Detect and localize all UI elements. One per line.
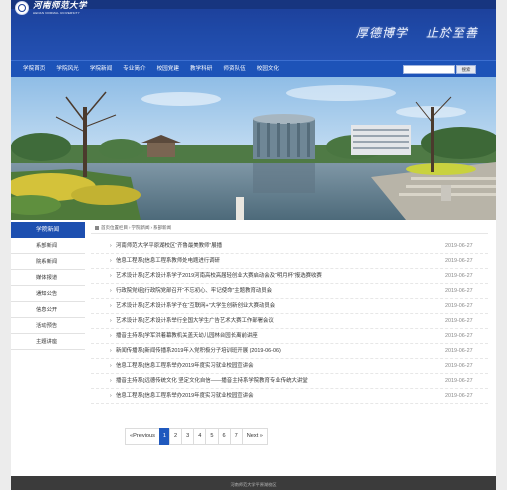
news-date: 2019-06-27 bbox=[445, 333, 473, 339]
motto-part-2: 止於至善 bbox=[425, 26, 478, 40]
list-item[interactable]: › 行政院党组]行政院党部召开“不忘初心、牢记使命”主题教育动员会 2019-06-… bbox=[91, 284, 488, 299]
pagination: «Previous 1 2 3 4 5 6 7 Next » bbox=[125, 428, 268, 445]
news-date: 2019-06-27 bbox=[445, 303, 473, 309]
news-title[interactable]: 艺术设计系]艺术设计系举行全国大学生广告艺术大赛工作部署会议 bbox=[109, 314, 445, 328]
news-list: › 河南师范大学平原湖校区“齐鲁最美教师”展播 2019-06-27 › 信息工程系]… bbox=[91, 239, 488, 404]
logo-text: 河南师范大学 HENAN NORMAL UNIVERSITY bbox=[33, 0, 88, 15]
chevron-right-icon: › bbox=[110, 258, 112, 264]
sidebar-item-event-preview[interactable]: 活动预告 bbox=[11, 318, 85, 334]
chevron-right-icon: › bbox=[110, 243, 112, 249]
university-emblem-icon bbox=[15, 1, 29, 15]
campus-banner-image bbox=[11, 77, 496, 220]
news-title[interactable]: 艺术设计系]艺术设计系学子在“互联网+”大学生创新创业大赛动员会 bbox=[109, 299, 445, 313]
main-nav: 学院首页 学院风光 学院新闻 专业简介 校园党建 教学科研 师资队伍 校园文化 … bbox=[11, 60, 496, 77]
sidebar-item-notices[interactable]: 通知公告 bbox=[11, 286, 85, 302]
nav-item-home[interactable]: 学院首页 bbox=[23, 61, 45, 78]
list-item[interactable]: › 新闻传播系]新闻传播系2019年入党积极分子培训班开展 (2019-06-06… bbox=[91, 344, 488, 359]
logo-chinese-name: 河南师范大学 bbox=[33, 0, 88, 11]
main-column: 首页位置栏目›学院新闻›系部新闻 › 河南师范大学平原湖校区“齐鲁最美教师”展播 2… bbox=[91, 222, 488, 404]
nav-item-research[interactable]: 教学科研 bbox=[190, 61, 212, 78]
motto-part-1: 厚德博学 bbox=[355, 26, 408, 40]
breadcrumb-item-location[interactable]: 首页位置栏目 bbox=[101, 225, 128, 230]
news-title[interactable]: 信息工程系]信息工程系举办2019年度实习就业校园宣讲会 bbox=[109, 389, 445, 403]
sidebar-item-dept-news[interactable]: 系部新闻 bbox=[11, 238, 85, 254]
news-title[interactable]: 新闻传播系]新闻传播系2019年入党积极分子培训班开展 (2019-06-06) bbox=[109, 344, 445, 358]
news-title[interactable]: 信息工程系]信息工程系举办2019年度实习就业校园宣讲会 bbox=[109, 359, 445, 373]
search-input[interactable] bbox=[403, 65, 455, 74]
list-item[interactable]: › 信息工程系]信息工程系举办2019年度实习就业校园宣讲会 2019-06-27 bbox=[91, 389, 488, 404]
chevron-right-icon: › bbox=[110, 303, 112, 309]
news-title[interactable]: 河南师范大学平原湖校区“齐鲁最美教师”展播 bbox=[109, 239, 445, 253]
news-title[interactable]: 播音主持系]远德传统文化 坚定文化自信——播音主持系学院教育专业传统大讲堂 bbox=[109, 374, 445, 388]
sidebar-heading[interactable]: 学院新闻 bbox=[11, 222, 85, 238]
list-item[interactable]: › 艺术设计系]艺术设计系举行全国大学生广告艺术大赛工作部署会议 2019-06-2… bbox=[91, 314, 488, 329]
nav-item-news[interactable]: 学院新闻 bbox=[90, 61, 112, 78]
news-date: 2019-06-27 bbox=[445, 378, 473, 384]
nav-item-scenery[interactable]: 学院风光 bbox=[56, 61, 78, 78]
breadcrumb-item-college-news[interactable]: 学院新闻 bbox=[132, 225, 150, 230]
news-date: 2019-06-27 bbox=[445, 243, 473, 249]
news-date: 2019-06-27 bbox=[445, 273, 473, 279]
list-item[interactable]: › 河南师范大学平原湖校区“齐鲁最美教师”展播 2019-06-27 bbox=[91, 239, 488, 254]
list-item[interactable]: › 播音主持系]远德传统文化 坚定文化自信——播音主持系学院教育专业传统大讲堂 20… bbox=[91, 374, 488, 389]
chevron-right-icon: › bbox=[110, 393, 112, 399]
news-title[interactable]: 行政院党组]行政院党部召开“不忘初心、牢记使命”主题教育动员会 bbox=[109, 284, 445, 298]
chevron-right-icon: › bbox=[110, 348, 112, 354]
sidebar-item-lectures[interactable]: 主题讲座 bbox=[11, 334, 85, 350]
site-header: 河南师范大学 HENAN NORMAL UNIVERSITY 厚德博学 止於至善 bbox=[11, 0, 496, 60]
news-date: 2019-06-27 bbox=[445, 393, 473, 399]
news-title[interactable]: 播音主持系]学军洪着幕教机关盖天幼儿园林台园长离前讲座 bbox=[109, 329, 445, 343]
chevron-right-icon: › bbox=[110, 318, 112, 324]
chevron-right-icon: › bbox=[110, 288, 112, 294]
news-date: 2019-06-27 bbox=[445, 363, 473, 369]
site-footer: 河南师范大学平原湖校区 bbox=[11, 476, 496, 490]
pagination-previous[interactable]: «Previous bbox=[125, 428, 160, 445]
list-item[interactable]: › 艺术设计系]艺术设计系学子2019河南高校高届轻创业大赛启动会及“明月杯”报选… bbox=[91, 269, 488, 284]
list-item[interactable]: › 播音主持系]学军洪着幕教机关盖天幼儿园林台园长离前讲座 2019-06-27 bbox=[91, 329, 488, 344]
breadcrumb-item-dept-news[interactable]: 系部新闻 bbox=[153, 225, 171, 230]
home-icon bbox=[95, 225, 99, 230]
news-date: 2019-06-27 bbox=[445, 318, 473, 324]
breadcrumb-separator: › bbox=[129, 225, 131, 230]
list-item[interactable]: › 艺术设计系]艺术设计系学子在“互联网+”大学生创新创业大赛动员会 2019-06… bbox=[91, 299, 488, 314]
news-title[interactable]: 艺术设计系]艺术设计系学子2019河南高校高届轻创业大赛启动会及“明月杯”报选赛… bbox=[109, 269, 445, 283]
breadcrumb: 首页位置栏目›学院新闻›系部新闻 bbox=[91, 222, 488, 234]
news-title[interactable]: 信息工程系]信息工程系教师处电题进行调研 bbox=[109, 254, 445, 268]
chevron-right-icon: › bbox=[110, 378, 112, 384]
news-date: 2019-06-27 bbox=[445, 258, 473, 264]
nav-item-culture[interactable]: 校园文化 bbox=[257, 61, 279, 78]
list-item[interactable]: › 信息工程系]信息工程系举办2019年度实习就业校园宣讲会 2019-06-27 bbox=[91, 359, 488, 374]
campus-scene-illustration bbox=[11, 77, 496, 220]
search-button[interactable]: 搜索 bbox=[456, 65, 476, 74]
news-date: 2019-06-27 bbox=[445, 288, 473, 294]
footer-text: 河南师范大学平原湖校区 bbox=[230, 482, 277, 487]
pagination-next[interactable]: Next » bbox=[241, 428, 268, 445]
logo-english-name: HENAN NORMAL UNIVERSITY bbox=[33, 10, 80, 15]
nav-item-faculty[interactable]: 师资队伍 bbox=[223, 61, 245, 78]
sidebar-item-faculty-news[interactable]: 院系新闻 bbox=[11, 254, 85, 270]
list-item[interactable]: › 信息工程系]信息工程系教师处电题进行调研 2019-06-27 bbox=[91, 254, 488, 269]
chevron-right-icon: › bbox=[110, 333, 112, 339]
university-logo[interactable]: 河南师范大学 HENAN NORMAL UNIVERSITY bbox=[15, 1, 87, 15]
sidebar: 学院新闻 系部新闻 院系新闻 媒体报道 通知公告 信息公开 活动预告 主题讲座 bbox=[11, 222, 85, 350]
site-search: 搜索 bbox=[403, 65, 476, 74]
sidebar-item-media-reports[interactable]: 媒体报道 bbox=[11, 270, 85, 286]
sidebar-item-info-disclosure[interactable]: 信息公开 bbox=[11, 302, 85, 318]
news-date: 2019-06-27 bbox=[445, 348, 473, 354]
nav-item-party[interactable]: 校园党建 bbox=[157, 61, 179, 78]
content-area: 学院新闻 系部新闻 院系新闻 媒体报道 通知公告 信息公开 活动预告 主题讲座 … bbox=[11, 220, 496, 476]
nav-item-majors[interactable]: 专业简介 bbox=[123, 61, 145, 78]
university-motto: 厚德博学 止於至善 bbox=[356, 24, 478, 41]
chevron-right-icon: › bbox=[110, 273, 112, 279]
breadcrumb-separator: › bbox=[150, 225, 153, 230]
chevron-right-icon: › bbox=[110, 363, 112, 369]
